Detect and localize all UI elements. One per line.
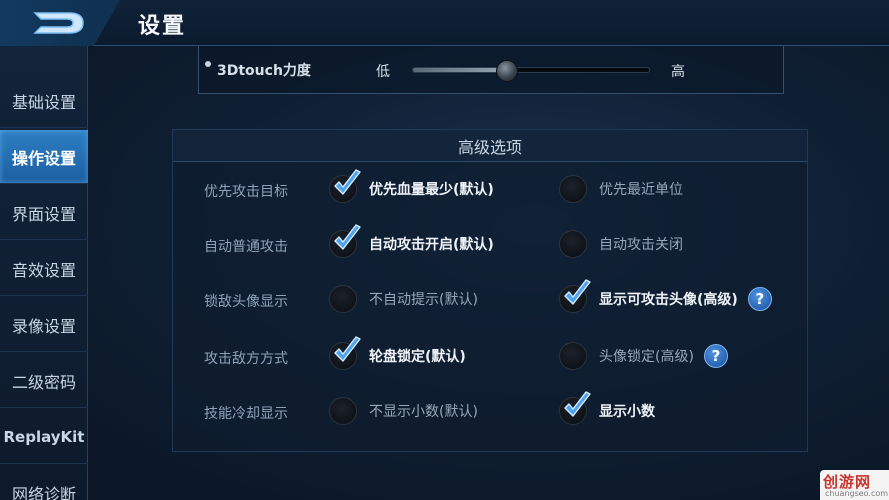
advanced-options-panel: 高级选项 优先攻击目标 优先血量最少(默认) 优先最近单位自动普通攻击 自动攻击开启(…	[172, 129, 808, 452]
touch-force-label: 3Dtouch力度	[217, 63, 311, 79]
option-radio-0-0[interactable]: 优先血量最少(默认)	[329, 169, 494, 205]
slider-fill	[413, 68, 508, 72]
option-label: 优先最近单位	[599, 182, 683, 198]
touch-force-panel: 3Dtouch力度 低 高	[198, 46, 784, 94]
header-bar: 设置	[0, 0, 889, 46]
checkmark-icon	[334, 336, 361, 362]
option-label: 不显示小数(默认)	[369, 404, 478, 420]
checkmark-icon	[334, 169, 361, 195]
row-label: 自动普通攻击	[204, 239, 288, 255]
checkmark-icon	[334, 224, 361, 250]
sidebar-item-label: 网络诊断	[11, 484, 76, 500]
watermark-domain: chuangseo.com	[825, 489, 889, 498]
sidebar-item-label: 二级密码	[11, 372, 76, 392]
radio-empty-icon[interactable]	[559, 175, 587, 203]
row-label: 优先攻击目标	[204, 184, 288, 200]
row-label: 技能冷却显示	[204, 406, 288, 422]
radio-empty-icon[interactable]	[329, 285, 357, 313]
slider-handle[interactable]	[496, 60, 519, 82]
touch-force-slider[interactable]	[412, 60, 650, 82]
back-arrow-logo-icon	[33, 12, 84, 34]
sidebar-item-basic[interactable]: 基础设置	[0, 74, 88, 128]
option-label: 头像锁定(高级)	[599, 349, 694, 365]
option-radio-1-1[interactable]: 自动攻击关闭	[559, 228, 683, 260]
sidebar-item-replaykit[interactable]: ReplayKit	[0, 410, 88, 464]
option-radio-4-0[interactable]: 不显示小数(默认)	[329, 395, 478, 427]
option-radio-1-0[interactable]: 自动攻击开启(默认)	[329, 224, 494, 260]
option-radio-4-1[interactable]: 显示小数	[559, 391, 655, 427]
option-label: 轮盘锁定(默认)	[369, 349, 466, 365]
sidebar-item-interface[interactable]: 界面设置	[0, 186, 88, 240]
option-label: 显示小数	[599, 404, 655, 420]
sidebar-item-label: ReplayKit	[3, 427, 85, 446]
radio-checked-icon[interactable]	[559, 279, 591, 313]
radio-checked-icon[interactable]	[329, 336, 361, 370]
radio-checked-icon[interactable]	[329, 169, 361, 203]
radio-empty-icon[interactable]	[329, 397, 357, 425]
row-label: 攻击敌方方式	[204, 351, 288, 367]
sidebar-item-label: 音效设置	[11, 260, 76, 280]
sidebar: 基础设置 操作设置 界面设置 音效设置 录像设置 二级密码 ReplayKit …	[0, 46, 88, 500]
checkmark-icon	[564, 391, 591, 417]
option-label: 优先血量最少(默认)	[369, 182, 494, 198]
radio-empty-icon[interactable]	[559, 342, 587, 370]
sidebar-item-network[interactable]: 网络诊断	[0, 466, 88, 500]
option-radio-3-0[interactable]: 轮盘锁定(默认)	[329, 336, 466, 372]
sidebar-item-label: 操作设置	[11, 148, 76, 168]
option-label: 自动攻击开启(默认)	[369, 237, 494, 253]
row-label: 锁敌头像显示	[204, 294, 288, 310]
option-radio-0-1[interactable]: 优先最近单位	[559, 173, 683, 205]
sidebar-item-sound[interactable]: 音效设置	[0, 242, 88, 296]
page-title: 设置	[138, 14, 187, 39]
sidebar-item-recording[interactable]: 录像设置	[0, 298, 88, 352]
radio-checked-icon[interactable]	[559, 391, 591, 425]
help-icon[interactable]: ?	[703, 344, 728, 368]
sidebar-item-label: 录像设置	[11, 316, 76, 336]
help-icon[interactable]: ?	[747, 287, 772, 311]
option-radio-2-0[interactable]: 不自动提示(默认)	[329, 283, 478, 315]
sidebar-item-label: 界面设置	[11, 204, 76, 224]
option-radio-2-1[interactable]: 显示可攻击头像(高级)?	[559, 279, 772, 315]
option-label: 显示可攻击头像(高级)	[599, 292, 738, 308]
advanced-options-title: 高级选项	[173, 130, 807, 162]
slider-low-label: 低	[376, 64, 390, 80]
slider-high-label: 高	[671, 64, 685, 80]
radio-empty-icon[interactable]	[559, 230, 587, 258]
option-radio-3-1[interactable]: 头像锁定(高级)?	[559, 340, 728, 372]
sidebar-item-controls[interactable]: 操作设置	[0, 130, 88, 184]
option-label: 自动攻击关闭	[599, 237, 683, 253]
back-button[interactable]	[0, 0, 120, 46]
checkmark-icon	[564, 279, 591, 305]
bullet-dot	[205, 61, 211, 67]
radio-checked-icon[interactable]	[329, 224, 361, 258]
sidebar-item-second-password[interactable]: 二级密码	[0, 354, 88, 408]
sidebar-item-label: 基础设置	[11, 92, 76, 112]
watermark: 创游网 chuangseo.com	[820, 470, 889, 500]
option-label: 不自动提示(默认)	[369, 292, 478, 308]
